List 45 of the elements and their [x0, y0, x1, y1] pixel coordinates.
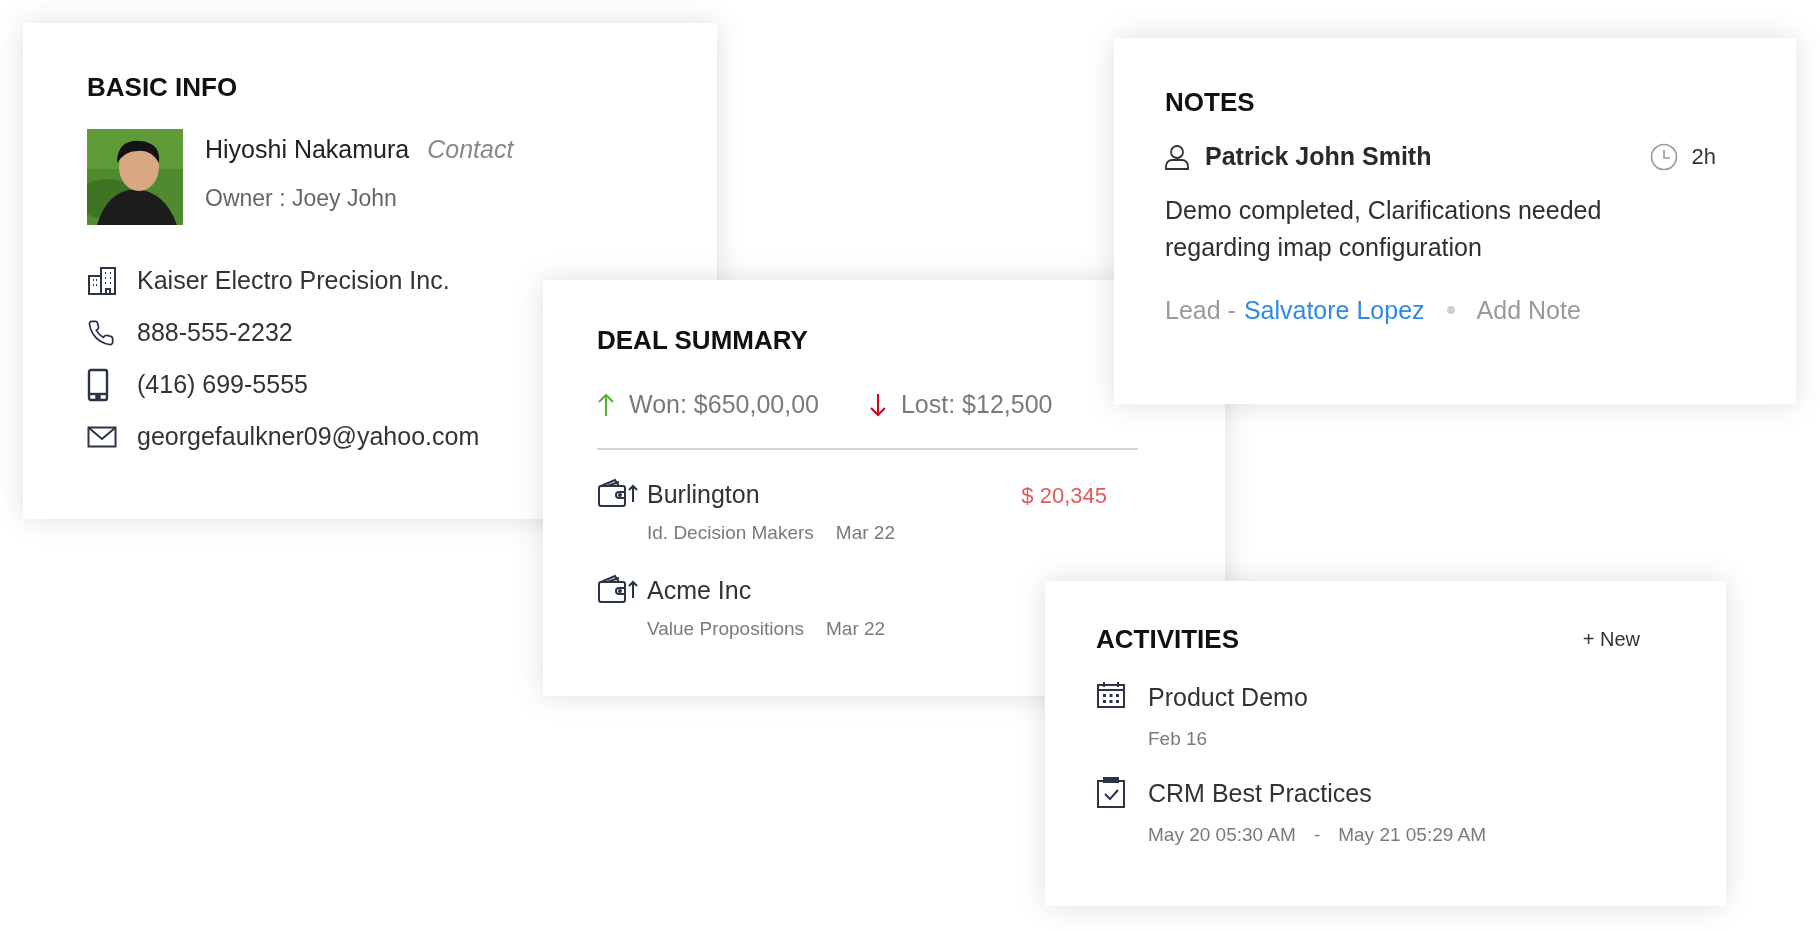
card-title: BASIC INFO [87, 71, 239, 103]
card-title: NOTES [1165, 86, 1256, 118]
deal-stage: Id. Decision Makers [647, 521, 814, 545]
wallet-icon [597, 477, 639, 508]
building-icon [87, 266, 117, 296]
add-note-button[interactable]: Add Note [1476, 291, 1581, 329]
down-arrow-icon [868, 392, 887, 417]
lead-label: Lead - [1165, 294, 1236, 326]
phone-icon [87, 319, 115, 347]
deal-name: Burlington [647, 478, 760, 510]
deal-total: Lost: $12,500 [900, 389, 1053, 420]
contact-detail: 888-555-2232 [137, 317, 293, 349]
contact-detail: georgefaulkner09@yahoo.com [137, 421, 480, 453]
lead-link[interactable]: Salvatore Lopez [1243, 291, 1425, 329]
note-author: Patrick John Smith [1205, 141, 1432, 172]
note-time: 2h [1691, 143, 1716, 172]
deal-total: Won: $650,00,00 [629, 389, 819, 420]
contact-name: Hiyoshi Nakamura [205, 134, 410, 165]
mobile-phone-icon [87, 368, 109, 402]
deal-date: Mar 22 [835, 521, 895, 545]
wallet-icon [597, 573, 639, 604]
calendar-icon [1096, 681, 1126, 709]
clock-icon [1649, 142, 1678, 171]
activity-title: Product Demo [1148, 682, 1308, 713]
activity-date: Feb 16 [1148, 726, 1208, 751]
up-arrow-icon [597, 392, 615, 417]
person-icon [1165, 143, 1189, 170]
owner-label: Owner : Joey John [205, 183, 398, 213]
record-type: Contact [427, 134, 514, 165]
contact-detail: (416) 699-5555 [137, 369, 308, 401]
activity-title: CRM Best Practices [1148, 778, 1373, 809]
new-activity-button[interactable]: + New [1582, 624, 1640, 654]
envelope-icon [87, 426, 117, 448]
card-title: ACTIVITIES [1096, 623, 1239, 655]
activity-date: - [1313, 822, 1321, 847]
deal-date: Mar 22 [826, 617, 886, 641]
checklist-icon [1096, 777, 1126, 809]
note-text: Demo completed, Clarifications needed regarding imap configuration [1165, 194, 1603, 263]
deal-name: Acme Inc [647, 574, 752, 606]
deal-stage: Value Propositions [647, 617, 805, 641]
deal-amount: $ 20,345 [1021, 481, 1107, 510]
activity-date: May 20 05:30 AM [1148, 822, 1296, 847]
activity-date: May 21 05:29 AM [1338, 822, 1487, 847]
contact-detail: Kaiser Electro Precision Inc. [137, 265, 450, 297]
card-title: DEAL SUMMARY [597, 324, 809, 356]
